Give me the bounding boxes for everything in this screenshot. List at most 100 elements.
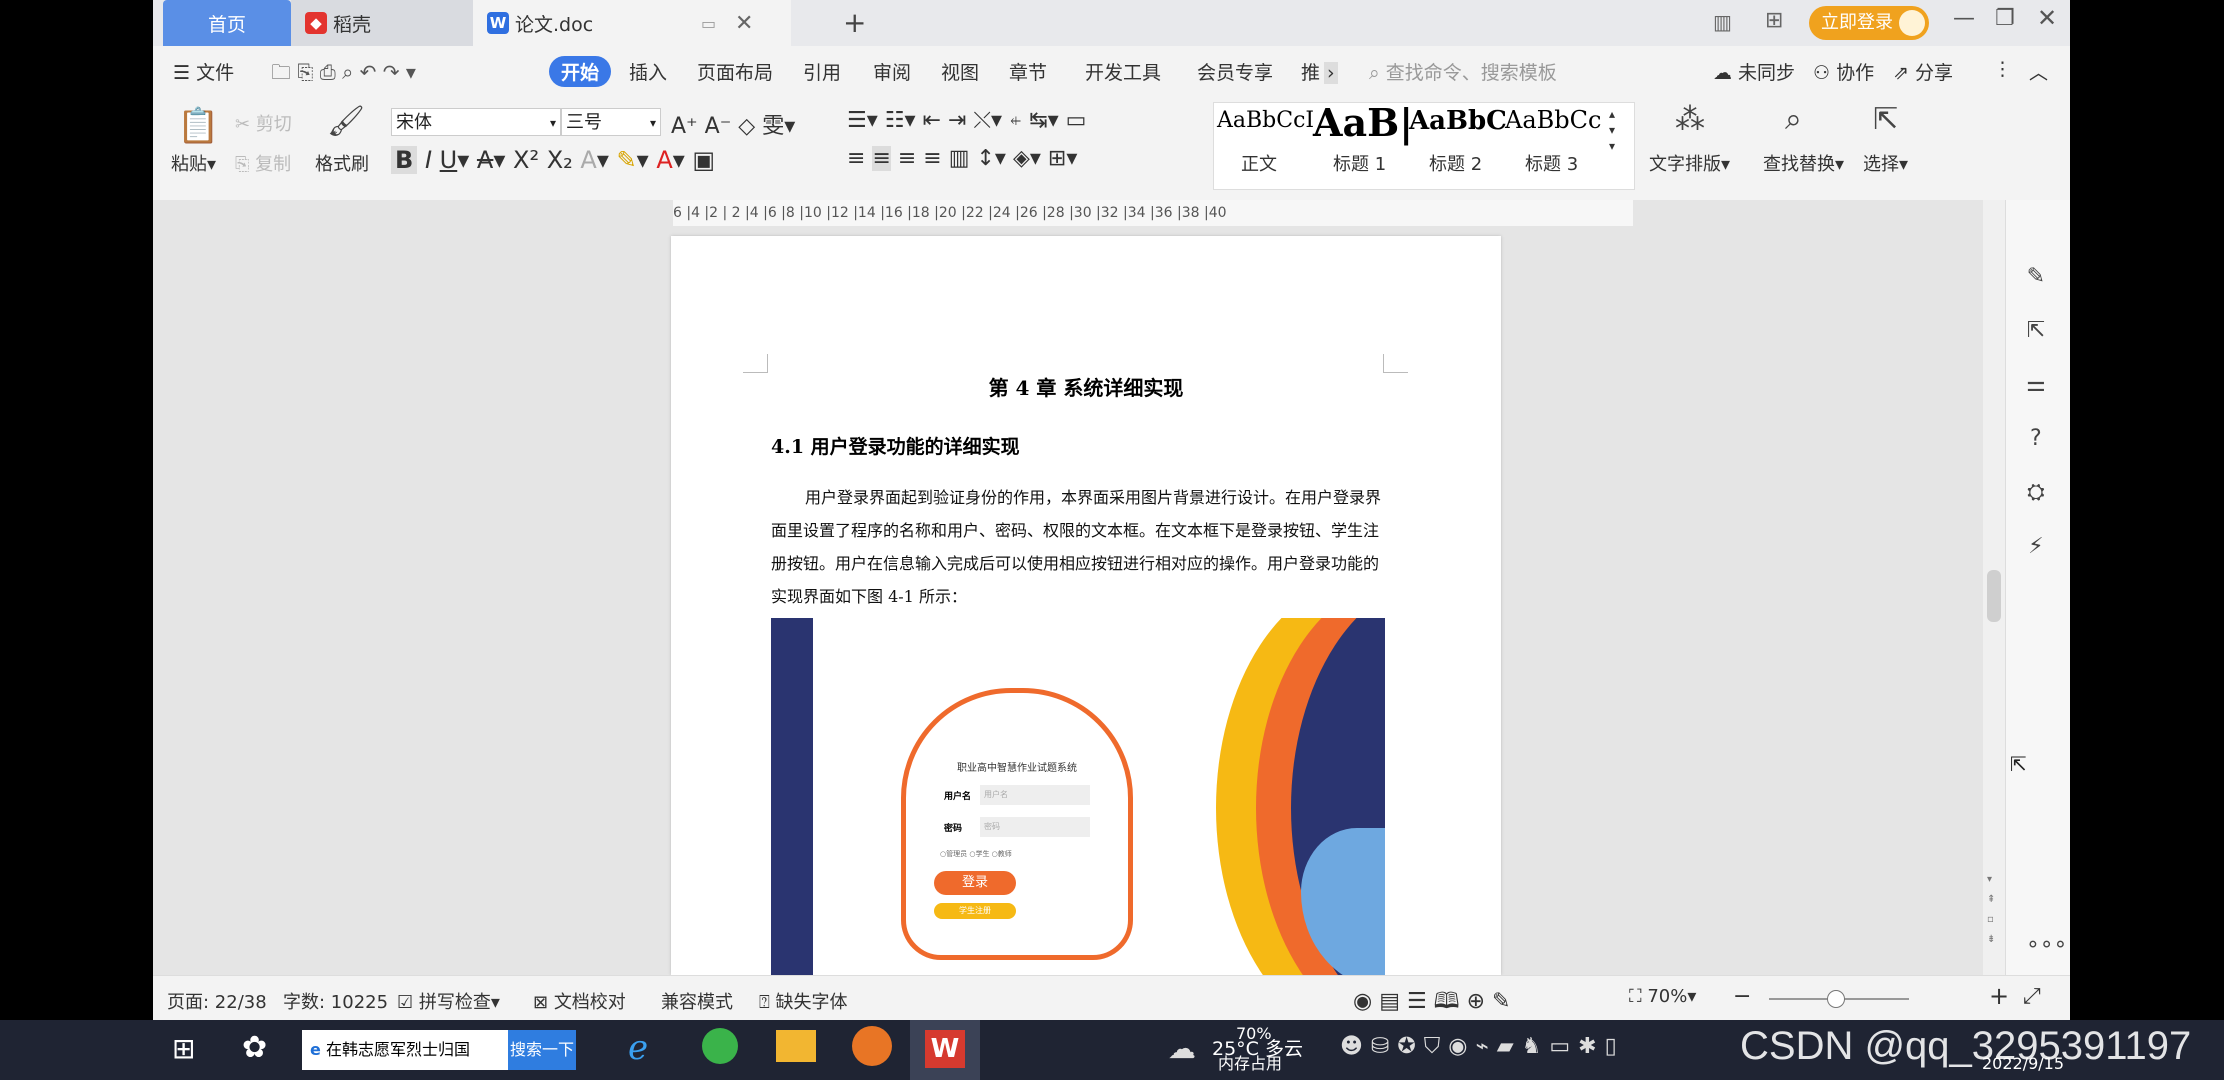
ie-icon[interactable]: ℯ (628, 1028, 648, 1068)
style-heading2-preview[interactable]: AaBbC (1409, 106, 1507, 136)
search-go-button[interactable]: 搜索一下 (508, 1030, 576, 1070)
close-window-icon[interactable]: ✕ (2037, 4, 2057, 32)
bold-button[interactable]: B (391, 146, 418, 174)
fullscreen-icon[interactable]: ⤢ (2023, 984, 2041, 1009)
news-search-box[interactable]: e 在韩志愿军烈士归国 (302, 1030, 508, 1070)
strikethrough-button[interactable]: A (477, 146, 493, 174)
collapse-ribbon-icon[interactable]: ︿ (2029, 58, 2048, 85)
zoom-select[interactable]: ⛶ 70%▾ (1629, 986, 1696, 1007)
format-painter-button[interactable]: 格式刷 (315, 150, 369, 176)
proofread-label: 文档校对 (553, 992, 626, 1013)
tab-insert[interactable]: 插入 (629, 58, 667, 85)
windows-start-icon[interactable]: ⊞ (172, 1032, 195, 1065)
font-style-buttons[interactable]: B I U▾ A▾ X² X₂ A▾ ✎▾ A▾ ▣ (391, 146, 715, 174)
tray-icons[interactable]: ☻⛁✪⛉◉⌁▰♞▭✱▯ (1340, 1034, 1625, 1059)
style-normal-preview[interactable]: AaBbCcI (1217, 108, 1314, 133)
document-page[interactable]: 第 4 章 系统详细实现 4.1 用户登录功能的详细实现 用户登录界面起到验证身… (671, 236, 1501, 975)
sync-button[interactable]: ☁ 未同步 (1713, 58, 1795, 85)
underline-button[interactable]: U (440, 146, 458, 174)
scrollbar-thumb[interactable] (1987, 570, 2001, 622)
format-painter-icon[interactable]: 🖌 (327, 104, 365, 139)
browser-360-icon[interactable] (702, 1028, 738, 1064)
more-icon[interactable]: ⋮ (1993, 58, 2012, 80)
tab-daoke[interactable]: ◆ 稻壳 (291, 0, 481, 46)
align-center-button[interactable]: ≡ (872, 146, 891, 171)
menu-bar: ☰ 文件 🗀 ⎘ ⎙ ⌕ ↶ ↷ ▾ 开始 插入 页面布局 引用 审阅 视图 章… (153, 46, 2070, 98)
text-effect-button[interactable]: A (580, 146, 596, 174)
login-button-figure: 登录 (934, 871, 1016, 895)
paragraph-list-icons[interactable]: ☰▾ ☷▾ ⇤ ⇥ ⤬▾ ⍅ ↹▾ ▭ (847, 108, 1086, 133)
font-color-button[interactable]: A (656, 146, 672, 174)
tab-page-layout[interactable]: 页面布局 (697, 58, 773, 85)
tab-review[interactable]: 审阅 (873, 58, 911, 85)
paste-icon[interactable]: 📋 (177, 106, 219, 146)
spell-check-button[interactable]: ☑ 拼写检查▾ (397, 988, 500, 1014)
tab-home[interactable]: 首页 (163, 0, 291, 46)
side-tool-icons[interactable]: ✎ ⇱ ⚌? ⛭ ⚡ (2026, 250, 2046, 574)
text-layout-icon[interactable]: ⁂ (1675, 102, 1705, 137)
horizontal-ruler[interactable]: 6 |4 |2 | 2 |4 |6 |8 |10 |12 |14 |16 |18… (673, 200, 1633, 226)
select-button[interactable]: 选择▾ (1863, 150, 1908, 176)
tab-developer[interactable]: 开发工具 (1085, 58, 1161, 85)
word-count[interactable]: 字数: 10225 (283, 988, 388, 1014)
font-size-select[interactable]: 三号 ▾ (561, 108, 661, 136)
text-layout-button[interactable]: 文字排版▾ (1649, 150, 1730, 176)
tab-recommend[interactable]: 推 › (1301, 58, 1338, 85)
quick-access-icons[interactable]: 🗀 ⎘ ⎙ ⌕ ↶ ↷ ▾ (271, 58, 416, 92)
italic-button[interactable]: I (425, 146, 432, 174)
highlight-button[interactable]: ✎ (617, 146, 637, 174)
tab-references[interactable]: 引用 (803, 58, 841, 85)
file-menu-label: 文件 (196, 62, 235, 84)
new-tab-icon[interactable]: + (843, 6, 866, 39)
missing-font-button[interactable]: ⍰ 缺失字体 (759, 988, 848, 1014)
tab-start[interactable]: 开始 (549, 56, 612, 87)
cut-button[interactable]: ✂ 剪切 (235, 110, 292, 136)
tab-view[interactable]: 视图 (941, 58, 979, 85)
view-mode-icons[interactable]: ◉ ▤ ☰ 🕮 ⊕ ✎ (1353, 984, 1510, 1020)
app-orange-icon[interactable] (852, 1026, 892, 1066)
layout-icon[interactable]: ▥ (1713, 10, 1732, 34)
collab-button[interactable]: ⚇ 协作 (1813, 58, 1874, 85)
tab-recommend-label: 推 (1301, 62, 1321, 84)
zoom-in-icon[interactable]: + (1989, 982, 2009, 1010)
restore-icon[interactable]: ❐ (1995, 6, 2015, 31)
wps-task-button[interactable]: W (910, 1020, 980, 1080)
tab-member[interactable]: 会员专享 (1197, 58, 1273, 85)
copy-button[interactable]: ⎘ 复制 (235, 150, 291, 176)
select-label: 选择 (1863, 154, 1899, 175)
login-button[interactable]: 立即登录 (1809, 6, 1929, 40)
file-explorer-icon[interactable] (776, 1030, 816, 1062)
zoom-slider-handle[interactable] (1827, 990, 1845, 1008)
find-replace-button[interactable]: 查找替换▾ (1763, 150, 1844, 176)
more-tabs-icon[interactable]: › (1324, 62, 1338, 84)
paste-button[interactable]: 粘贴▾ (171, 150, 216, 176)
sync-label: 未同步 (1738, 62, 1796, 84)
pin-icon[interactable]: ▭ (701, 14, 716, 33)
share-button[interactable]: ⇗ 分享 (1893, 58, 1953, 85)
file-menu[interactable]: ☰ 文件 (173, 58, 234, 85)
grow-shrink-font-icons[interactable]: A⁺ A⁻ ◇ 雯▾ (671, 108, 795, 140)
char-border-button[interactable]: ▣ (692, 146, 715, 174)
vertical-scrollbar[interactable]: ▾ ⇞ ▫ ⇟ (1983, 200, 2005, 975)
search-app-icon[interactable]: ✿ (242, 1030, 267, 1065)
minimize-icon[interactable]: — (1953, 6, 1975, 31)
tab-chapter[interactable]: 章节 (1009, 58, 1047, 85)
font-family-select[interactable]: 宋体 ▾ (391, 108, 561, 136)
alignment-icons[interactable]: ≡ ≡ ≡ ≡ ▥ ↕▾ ◈▾ ⊞▾ (847, 146, 1077, 171)
style-heading3-preview[interactable]: AaBbCc (1505, 106, 1601, 134)
find-icon[interactable]: ⌕ (1785, 102, 1802, 137)
apps-grid-icon[interactable]: ⊞ (1765, 8, 1783, 33)
side-more-icon[interactable]: ∘∘∘ (2026, 932, 2067, 957)
proofread-button[interactable]: ⊠ 文档校对 (533, 988, 626, 1014)
page-counter[interactable]: 页面: 22/38 (167, 988, 267, 1014)
style-heading1-preview[interactable]: AaB| (1313, 100, 1413, 145)
style-scroll-icon[interactable]: ▴ ▾ ▾ (1609, 106, 1615, 154)
cursor-icon[interactable]: ⇱ (1873, 102, 1898, 137)
page-nav-icons[interactable]: ▾ ⇞ ▫ ⇟ (1987, 870, 1995, 950)
missing-font-label: 缺失字体 (775, 992, 848, 1013)
close-tab-icon[interactable]: ✕ (735, 11, 753, 36)
zoom-out-icon[interactable]: − (1733, 984, 1751, 1009)
tab-document[interactable]: W 论文.doc ▭ ✕ (473, 0, 791, 46)
command-search[interactable]: ⌕ 查找命令、搜索模板 (1369, 58, 1557, 85)
body-paragraph: 用户登录界面起到验证身份的作用，本界面采用图片背景进行设计。在用户登录界面里设置… (771, 488, 1382, 606)
